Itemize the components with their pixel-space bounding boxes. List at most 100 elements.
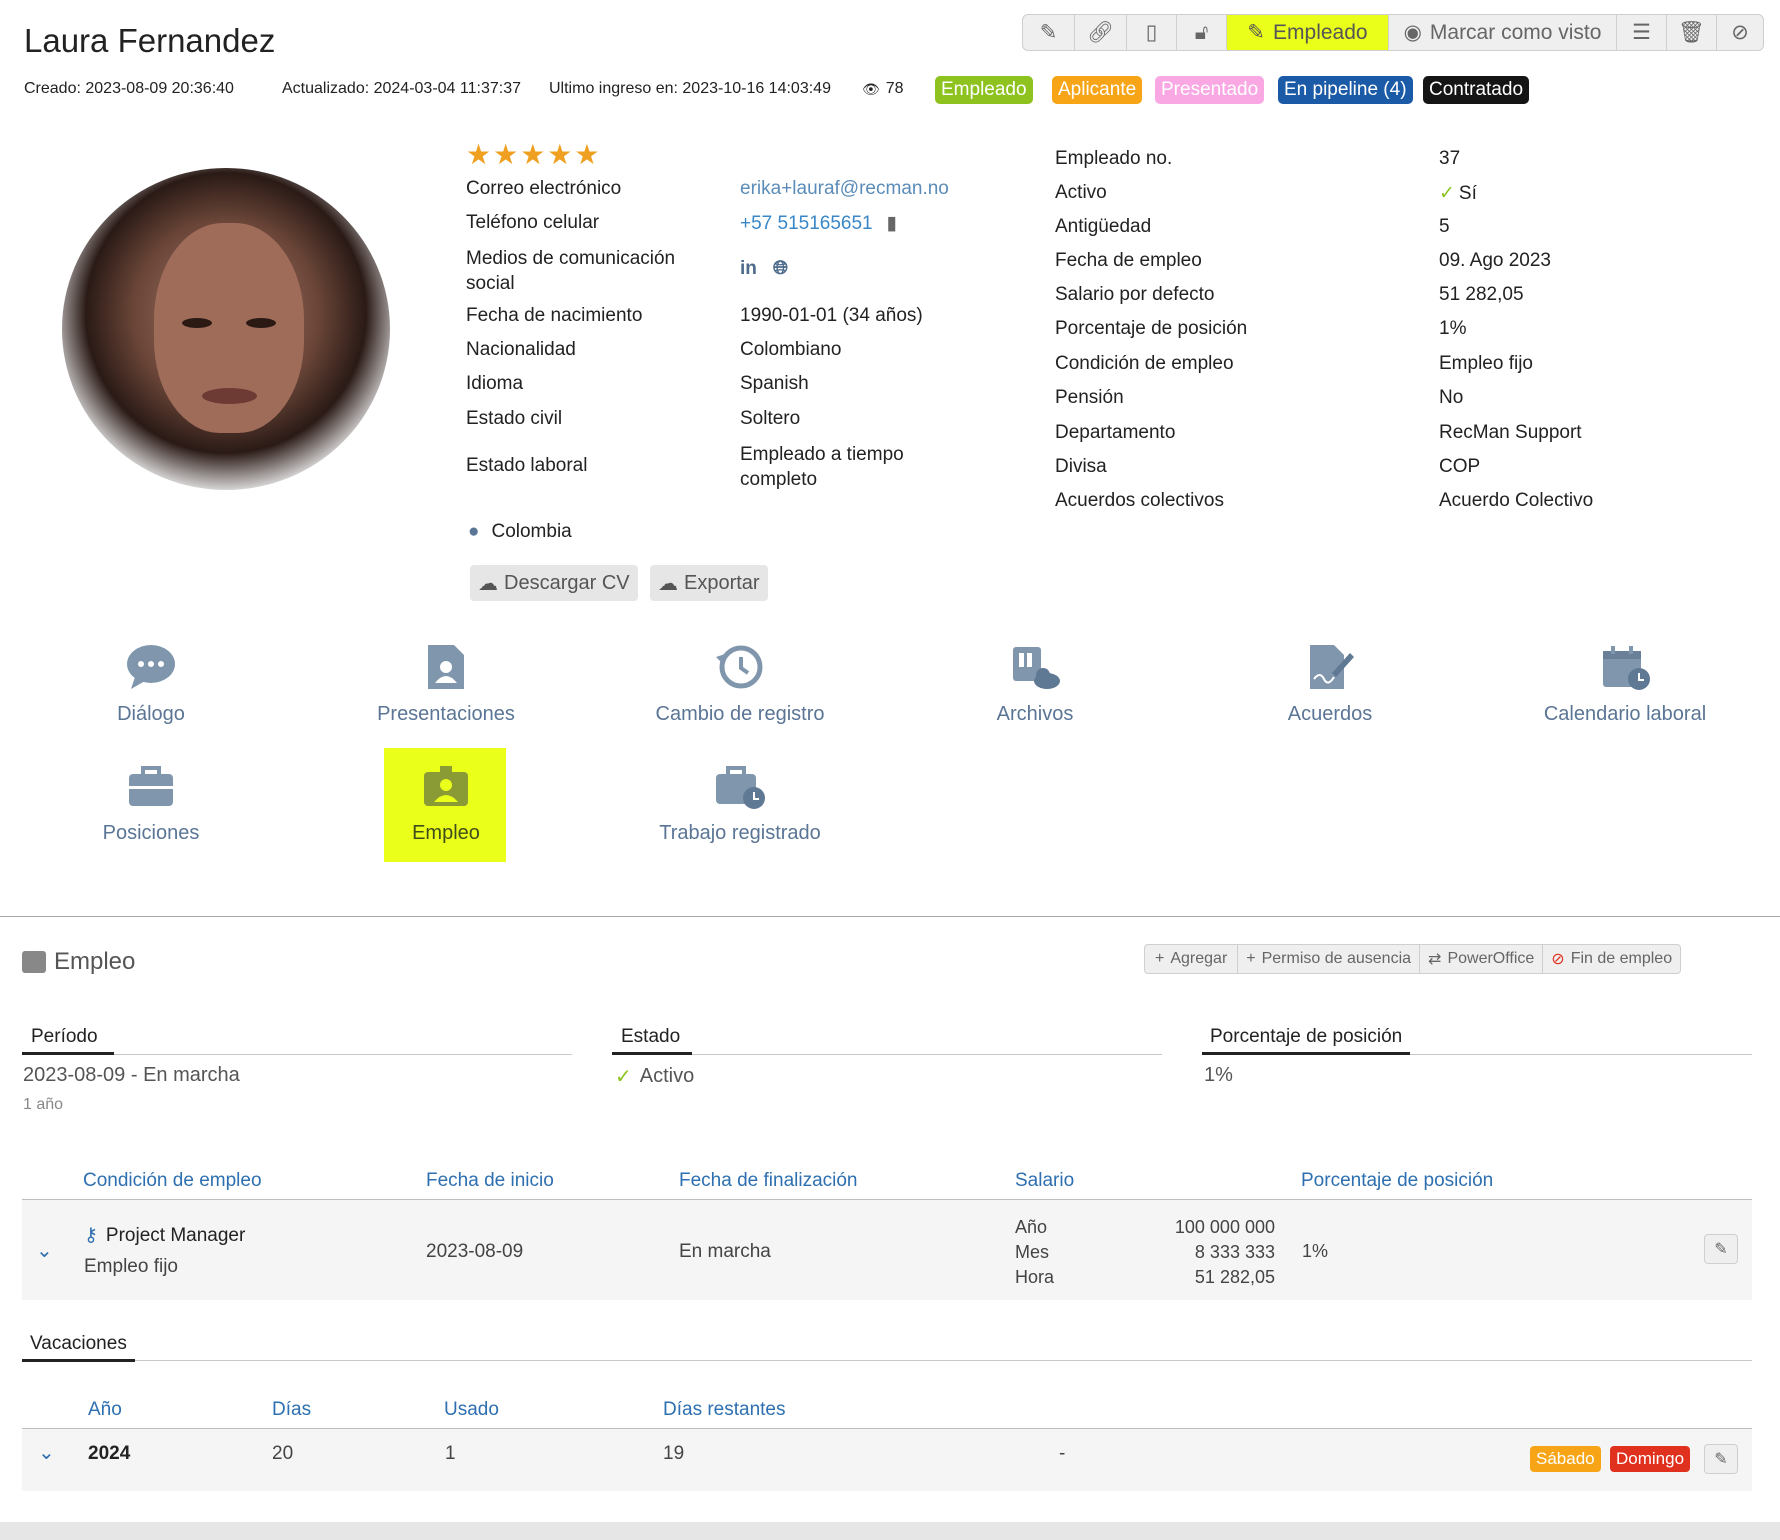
add-button[interactable]: + Agregar [1145,945,1239,973]
tag-presented[interactable]: Presentado [1155,76,1265,104]
column-header[interactable]: Días [272,1399,311,1421]
last-login-date: Ultimo ingreso en: 2023-10-16 14:03:49 [549,80,831,97]
download-cv-button[interactable]: ☁ Descargar CV [470,565,638,601]
export-label: Exportar [684,571,760,594]
eye-icon: ◉ [1403,21,1422,44]
nav-agreements-label: Acuerdos [1287,703,1373,725]
nav-dialog[interactable]: Diálogo [31,643,271,726]
nav-positions[interactable]: Posiciones [31,762,271,845]
column-header[interactable]: Año [88,1399,122,1421]
edit-button[interactable]: ✎ [1023,15,1075,50]
tag-pipeline[interactable]: En pipeline (4) [1278,76,1413,104]
vacation-extra: - [1059,1443,1066,1464]
row-start-date: 2023-08-09 [426,1241,524,1262]
section-title-text: Empleo [54,948,136,975]
files-cloud-icon [1009,643,1061,691]
list-button[interactable]: ☰ [1617,15,1667,50]
unlock-icon: 🔓︎ [1194,20,1209,44]
nav-presentations[interactable]: Presentaciones [326,643,566,726]
ban-icon: ⊘ [1551,951,1565,968]
nationality-label: Nacionalidad [466,339,576,360]
history-icon [714,643,766,691]
info-label: Departamento [1055,422,1176,443]
column-header[interactable]: Fecha de finalización [679,1170,858,1192]
map-pin-icon: ● [468,521,480,542]
divider [22,1360,1752,1361]
unlock-button[interactable]: 🔓︎ [1177,15,1227,50]
link-icon: 🔗︎ [1087,20,1114,44]
salary-amount: 8 333 333 [1194,1242,1275,1262]
nationality-value: Colombiano [740,339,842,360]
column-header[interactable]: Usado [444,1399,499,1421]
link-button[interactable]: 🔗︎ [1075,15,1127,50]
employee-badge-icon [420,762,472,810]
nav-presentations-label: Presentaciones [377,703,515,725]
employee-badge-icon [22,951,46,973]
nav-files[interactable]: Archivos [915,643,1155,726]
nav-agreements[interactable]: Acuerdos [1210,643,1450,726]
status-text: Activo [639,1065,695,1087]
salary-amount: 51 282,05 [1194,1267,1275,1287]
poweroffice-button[interactable]: ⇄ PowerOffice [1420,945,1544,973]
phone-link[interactable]: +57 515165651 ▮ [740,212,897,235]
edit-row-button[interactable]: ✎ [1704,1234,1738,1264]
work-status-label: Estado laboral [466,455,588,476]
info-value: 37 [1439,148,1461,169]
column-header[interactable]: Días restantes [663,1399,786,1421]
contact-card-button[interactable]: ▯ [1127,15,1177,50]
delete-button[interactable]: 🗑︎ [1667,15,1717,50]
plus-icon: + [1155,950,1165,967]
table-row[interactable] [22,1200,1752,1300]
divider [612,1054,1162,1055]
column-header[interactable]: Condición de empleo [83,1170,262,1192]
globe-icon[interactable]: 🌐︎ [773,258,788,280]
end-employment-button[interactable]: ⊘ Fin de empleo [1543,945,1680,973]
plus-icon: + [1246,950,1256,967]
pencil-icon: ✎ [1247,21,1266,44]
mobile-icon[interactable]: ▮ [887,212,897,235]
chevron-down-icon[interactable]: ⌄ [36,1238,53,1263]
info-value: No [1439,387,1464,408]
cloud-download-icon: ☁ [658,572,678,595]
info-value: 5 [1439,216,1450,237]
nav-work-calendar[interactable]: Calendario laboral [1505,643,1745,726]
chevron-down-icon[interactable]: ⌄ [38,1440,55,1465]
nav-registered-work-label: Trabajo registrado [659,822,821,844]
block-button[interactable]: ⊘ [1717,15,1763,50]
created-date: Creado: 2023-08-09 20:36:40 [24,80,234,97]
phone-label: Teléfono celular [466,212,600,233]
column-header[interactable]: Fecha de inicio [426,1170,554,1192]
vacation-days: 20 [272,1443,294,1464]
edit-vacation-button[interactable]: ✎ [1704,1444,1738,1474]
tag-applicant[interactable]: Aplicante [1052,76,1143,104]
vacation-used: 1 [445,1443,456,1464]
column-header[interactable]: Salario [1015,1170,1074,1192]
vacation-remaining: 19 [663,1443,685,1464]
row-title: ⚷ Project Manager [84,1224,245,1247]
email-link[interactable]: erika+lauraf@recman.no [740,178,949,200]
row-position-pct: 1% [1302,1241,1329,1261]
leave-button[interactable]: + Permiso de ausencia [1238,945,1421,973]
eye-icon: 👁 [862,80,880,97]
briefcase-icon [125,762,177,810]
salary-amount: 100 000 000 [1174,1217,1275,1237]
info-label: Antigüedad [1055,216,1152,237]
linkedin-icon[interactable]: in [740,258,757,280]
export-button[interactable]: ☁ Exportar [650,565,768,601]
info-value: ✓ Sí [1439,182,1477,205]
nav-employment[interactable]: Empleo [326,762,566,845]
mark-seen-button[interactable]: ◉ Marcar como visto [1389,15,1617,50]
tag-employed[interactable]: Empleado [935,76,1033,104]
employed-status-button[interactable]: ✎ Empleado [1227,15,1389,50]
position-pct-header: Porcentaje de posición [1202,1026,1411,1055]
column-header[interactable]: Porcentaje de posición [1301,1170,1493,1192]
rating-stars[interactable]: ★★★★★ [466,138,602,171]
social-links: in 🌐︎ [740,258,788,280]
candidate-name: Laura Fernandez [24,22,276,59]
email-label: Correo electrónico [466,178,622,199]
nav-change-log[interactable]: Cambio de registro [620,643,860,726]
ban-icon: ⊘ [1731,21,1749,44]
nav-registered-work[interactable]: Trabajo registrado [620,762,860,845]
section-title: Empleo [22,948,135,976]
tag-hired[interactable]: Contratado [1423,76,1530,104]
